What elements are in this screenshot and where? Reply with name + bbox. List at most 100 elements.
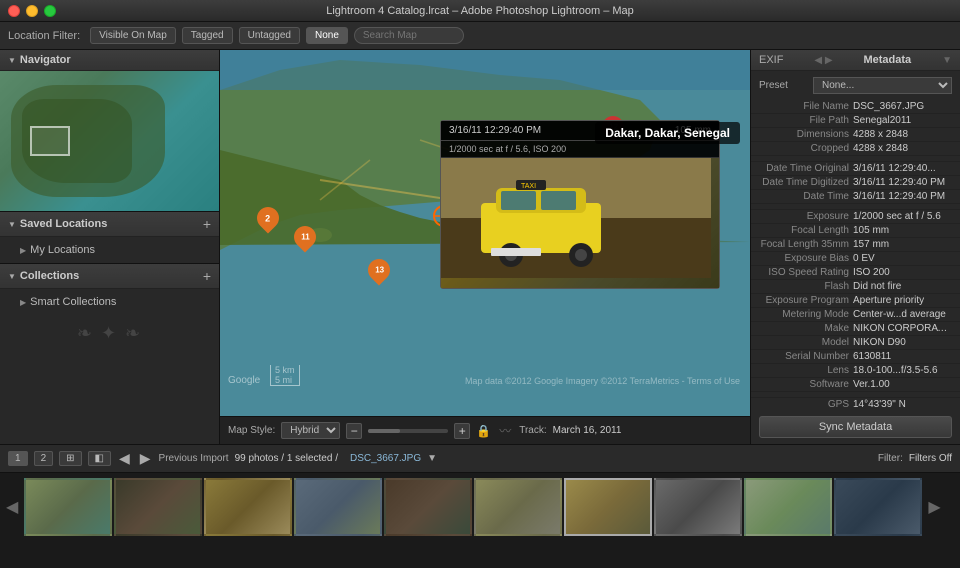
smart-collections-arrow-icon: ▶ — [20, 298, 26, 307]
current-filename[interactable]: DSC_3667.JPG — [350, 453, 421, 464]
meta-val-metering: Center-w...d average — [853, 309, 952, 320]
map-google-label: Google — [228, 375, 260, 386]
filmstrip-thumb-6[interactable] — [474, 478, 562, 536]
thumb-image-3 — [206, 480, 290, 534]
meta-val-exp-bias: 0 EV — [853, 253, 952, 264]
meta-key-make: Make — [759, 323, 849, 334]
meta-key-gps: GPS — [759, 399, 849, 410]
zoom-in-button[interactable]: + — [454, 423, 470, 439]
filmstrip-left-arrow-icon[interactable]: ◀ — [2, 497, 22, 517]
popup-image: TAXI — [441, 158, 719, 288]
maximize-button[interactable] — [44, 5, 56, 17]
sync-metadata-button[interactable]: Sync Metadata — [759, 416, 952, 438]
meta-key-exp-bias: Exposure Bias — [759, 253, 849, 264]
meta-val-dt-original: 3/16/11 12:29:40... — [853, 163, 952, 174]
meta-key-focal35: Focal Length 35mm — [759, 239, 849, 250]
filmstrip-thumb-10[interactable] — [834, 478, 922, 536]
collections-content: ▶ Smart Collections — [0, 289, 219, 315]
title-bar: Lightroom 4 Catalog.lrcat – Adobe Photos… — [0, 0, 960, 22]
navigator-map[interactable] — [0, 71, 220, 211]
filter-value[interactable]: Filters Off — [909, 453, 952, 464]
filter-visible-on-map[interactable]: Visible On Map — [90, 27, 176, 44]
filmstrip-thumb-9[interactable] — [744, 478, 832, 536]
filter-untagged[interactable]: Untagged — [239, 27, 300, 44]
next-arrow-icon[interactable]: ▶ — [138, 450, 153, 467]
meta-val-cropped: 4288 x 2848 — [853, 143, 952, 154]
collections-header[interactable]: ▼ Collections + — [0, 264, 219, 289]
prev-arrow-icon[interactable]: ◀ — [117, 450, 132, 467]
collections-title: Collections — [20, 270, 79, 282]
filmstrip: ◀ ▶ — [0, 472, 960, 540]
filmstrip-thumb-3[interactable] — [204, 478, 292, 536]
filter-none[interactable]: None — [306, 27, 348, 44]
meta-row-model: Model NIKON D90 — [751, 336, 960, 350]
nav-mode-1[interactable]: 1 — [8, 451, 28, 466]
meta-row-exp-bias: Exposure Bias 0 EV — [751, 252, 960, 266]
map-style-label: Map Style: — [228, 425, 275, 436]
map-area[interactable]: 2 11 12 13 Dakar, Dakar, Senegal — [220, 50, 750, 444]
saved-locations-add-button[interactable]: + — [203, 216, 211, 232]
thumb-image-8 — [656, 480, 740, 534]
filmstrip-thumb-1[interactable] — [24, 478, 112, 536]
lock-icon[interactable]: 🔒 — [476, 424, 491, 438]
metadata-dropdown-icon[interactable]: ▼ — [942, 55, 952, 66]
zoom-slider[interactable] — [368, 429, 448, 433]
nav-mode-grid[interactable]: ⊞ — [59, 451, 81, 466]
meta-val-flash: Did not fire — [853, 281, 952, 292]
top-toolbar: Location Filter: Visible On Map Tagged U… — [0, 22, 960, 50]
smart-collections-item[interactable]: ▶ Smart Collections — [0, 293, 219, 311]
filename-dropdown-icon[interactable]: ▼ — [427, 453, 437, 464]
filmstrip-right-arrow-icon[interactable]: ▶ — [924, 497, 944, 517]
meta-row-focal: Focal Length 105 mm — [751, 224, 960, 238]
meta-row-flash: Flash Did not fire — [751, 280, 960, 294]
meta-row-dt: Date Time 3/16/11 12:29:40 PM — [751, 190, 960, 204]
filmstrip-thumb-2[interactable] — [114, 478, 202, 536]
saved-locations-header[interactable]: ▼ Saved Locations + — [0, 212, 219, 237]
search-map-input[interactable] — [354, 27, 464, 44]
map-scale-mi: 5 mi — [275, 375, 295, 385]
location-filter-label: Location Filter: — [8, 30, 80, 42]
navigator-header[interactable]: ▼ Navigator — [0, 50, 219, 71]
close-button[interactable] — [8, 5, 20, 17]
preset-select[interactable]: None... — [813, 77, 952, 94]
nav-mode-compare[interactable]: ◧ — [88, 451, 111, 466]
minimize-button[interactable] — [26, 5, 38, 17]
navigator-title: Navigator — [20, 54, 71, 66]
metadata-panel: Preset None... File Name DSC_3667.JPG Fi… — [751, 71, 960, 410]
meta-val-filepath: Senegal2011 — [853, 115, 952, 126]
meta-row-exp-prog: Exposure Program Aperture priority — [751, 294, 960, 308]
panel-toggle-icon[interactable]: ◀ ▶ — [814, 55, 832, 66]
saved-locations-toggle-icon: ▼ — [8, 220, 16, 229]
thumb-image-1 — [26, 480, 110, 534]
filmstrip-thumb-8[interactable] — [654, 478, 742, 536]
meta-key-flash: Flash — [759, 281, 849, 292]
nav-mode-2[interactable]: 2 — [34, 451, 54, 466]
meta-val-make: NIKON CORPORATION — [853, 323, 952, 334]
thumb-image-9 — [746, 480, 830, 534]
meta-row-lens: Lens 18.0-100...f/3.5-5.6 — [751, 364, 960, 378]
thumb-image-7 — [566, 480, 650, 534]
filmstrip-thumb-7[interactable] — [564, 478, 652, 536]
zoom-out-button[interactable]: − — [346, 423, 362, 439]
navigator-toggle-icon: ▼ — [8, 56, 16, 65]
collections-add-button[interactable]: + — [203, 268, 211, 284]
filter-tagged[interactable]: Tagged — [182, 27, 233, 44]
map-popup: 3/16/11 12:29:40 PM 105 mm 1/2000 sec at… — [440, 120, 720, 289]
track-date: March 16, 2011 — [553, 425, 622, 436]
saved-locations-content: ▶ My Locations — [0, 237, 219, 263]
saved-locations-section: ▼ Saved Locations + ▶ My Locations — [0, 212, 219, 264]
track-label: Track: — [519, 425, 546, 436]
meta-key-cropped: Cropped — [759, 143, 849, 154]
filmstrip-thumb-4[interactable] — [294, 478, 382, 536]
meta-row-gps: GPS 14°43'39" N — [751, 398, 960, 410]
popup-time: 3/16/11 12:29:40 PM — [449, 125, 541, 136]
my-locations-item[interactable]: ▶ My Locations — [0, 241, 219, 259]
thumb-image-5 — [386, 480, 470, 534]
meta-key-iso: ISO Speed Rating — [759, 267, 849, 278]
meta-row-software: Software Ver.1.00 — [751, 378, 960, 392]
meta-row-filepath: File Path Senegal2011 — [751, 114, 960, 128]
meta-key-lens: Lens — [759, 365, 849, 376]
meta-row-make: Make NIKON CORPORATION — [751, 322, 960, 336]
map-style-select[interactable]: Hybrid — [281, 422, 340, 439]
filmstrip-thumb-5[interactable] — [384, 478, 472, 536]
